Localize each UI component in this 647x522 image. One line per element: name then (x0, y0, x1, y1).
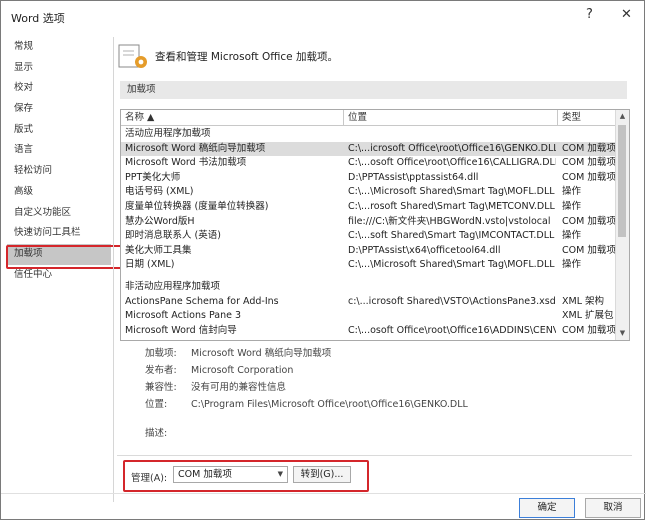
go-button[interactable]: 转到(G)... (293, 466, 351, 483)
window-title: Word 选项 (11, 12, 65, 25)
table-row[interactable]: 日期 (XML) C:\...\Microsoft Shared\Smart T… (121, 258, 617, 273)
chevron-down-icon: ▼ (277, 470, 283, 478)
sidebar-item-advanced[interactable]: 高级 (7, 182, 111, 203)
table-row[interactable]: Microsoft Word 稿纸向导加载项 C:\...icrosoft Of… (121, 141, 617, 157)
sidebar-item-layout[interactable]: 版式 (7, 120, 111, 141)
footer-divider (1, 493, 646, 494)
sidebar-item-customize-ribbon[interactable]: 自定义功能区 (7, 203, 111, 224)
table-row[interactable]: 美化大师工具集 D:\PPTAssist\x64\officetool64.dl… (121, 244, 617, 259)
ok-button[interactable]: 确定 (519, 498, 575, 518)
table-row[interactable]: ActionsPane Schema for Add-Ins c:\...icr… (121, 295, 617, 310)
manage-bar: 管理(A): COM 加载项 ▼ 转到(G)... (117, 455, 632, 494)
column-header-location[interactable]: 位置 (344, 110, 558, 125)
close-button[interactable]: ✕ (621, 7, 632, 22)
table-row[interactable]: Microsoft Word 信封向导 C:\...osoft Office\r… (121, 324, 617, 339)
detail-publisher: 发布者: Microsoft Corporation (145, 365, 294, 376)
help-button[interactable]: ? (586, 7, 593, 22)
column-header-name[interactable]: 名称 ▲ (121, 110, 344, 125)
manage-label: 管理(A): (131, 473, 168, 484)
table-row[interactable]: Microsoft Word 书法加载项 C:\...osoft Office\… (121, 156, 617, 171)
table-scrollbar[interactable]: ▲ ▼ (615, 110, 629, 340)
table-row[interactable]: 电话号码 (XML) C:\...\Microsoft Shared\Smart… (121, 185, 617, 200)
sidebar-item-save[interactable]: 保存 (7, 99, 111, 120)
table-row[interactable]: 慧办公Word版H file:///C:\新文件夹\HBGWordN.vsto|… (121, 215, 617, 230)
scrollbar-thumb[interactable] (618, 125, 626, 237)
group-title-inactive: 非活动应用程序加载项 (125, 281, 221, 292)
sidebar-item-accessibility[interactable]: 轻松访问 (7, 161, 111, 182)
table-header: 名称 ▲ 位置 类型 (121, 110, 617, 126)
scroll-up-icon[interactable]: ▲ (616, 110, 629, 123)
title-bar: Word 选项 ? ✕ (1, 1, 644, 31)
table-row[interactable]: PPT美化大师 D:\PPTAssist\pptassist64.dll COM… (121, 171, 617, 186)
addins-table: 名称 ▲ 位置 类型 活动应用程序加载项 Microsoft Word 稿纸向导… (120, 109, 630, 341)
sidebar: 常规 显示 校对 保存 版式 语言 轻松访问 高级 自定义功能区 快速访问工具栏… (7, 37, 111, 285)
sidebar-item-general[interactable]: 常规 (7, 37, 111, 58)
detail-compatibility: 兼容性: 没有可用的兼容性信息 (145, 382, 287, 393)
manage-select[interactable]: COM 加载项 ▼ (173, 466, 288, 483)
addins-gear-icon (118, 44, 147, 68)
table-row[interactable]: Microsoft Actions Pane 3 XML 扩展包 (121, 309, 617, 324)
table-row[interactable]: 即时消息联系人 (英语) C:\...soft Shared\Smart Tag… (121, 229, 617, 244)
word-options-dialog: Word 选项 ? ✕ 常规 显示 校对 保存 版式 语言 轻松访问 高级 自定… (0, 0, 646, 520)
detail-location: 位置: C:\Program Files\Microsoft Office\roo… (145, 399, 468, 410)
column-header-type[interactable]: 类型 (558, 110, 617, 125)
detail-description: 描述: (145, 428, 168, 439)
sidebar-item-quick-access-toolbar[interactable]: 快速访问工具栏 (7, 223, 111, 244)
detail-addin: 加载项: Microsoft Word 稿纸向导加载项 (145, 348, 332, 359)
sidebar-divider (113, 37, 114, 502)
group-title-active: 活动应用程序加载项 (125, 128, 211, 139)
section-title: 加载项 (120, 81, 627, 99)
sidebar-item-proofing[interactable]: 校对 (7, 78, 111, 99)
cancel-button[interactable]: 取消 (585, 498, 641, 518)
sidebar-item-display[interactable]: 显示 (7, 58, 111, 79)
page-header: 查看和管理 Microsoft Office 加载项。 (155, 51, 338, 63)
sidebar-item-trust-center[interactable]: 信任中心 (7, 265, 111, 286)
table-row[interactable]: 度量单位转换器 (度量单位转换器) C:\...rosoft Shared\Sm… (121, 200, 617, 215)
sidebar-item-addins[interactable]: 加载项 (7, 243, 111, 265)
scroll-down-icon[interactable]: ▼ (616, 327, 629, 340)
sidebar-item-language[interactable]: 语言 (7, 140, 111, 161)
